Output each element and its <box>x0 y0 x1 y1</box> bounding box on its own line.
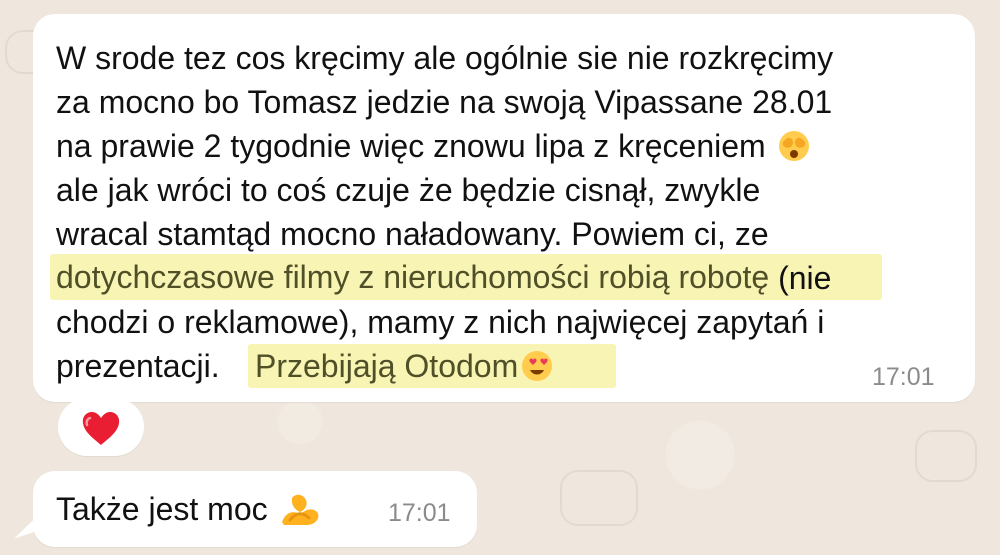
message-2-timestamp: 17:01 <box>388 499 451 527</box>
highlighted-phrase-2[interactable]: Przebijają Otodom <box>255 344 554 388</box>
message-2-text-label: Także jest moc <box>56 491 268 527</box>
heart-reaction[interactable] <box>58 398 144 456</box>
message-1-text[interactable]: W srode tez cos kręcimy ale ogólnie sie … <box>56 36 946 386</box>
background-doodle-3 <box>560 470 638 526</box>
heart-icon <box>82 412 120 445</box>
heart-eyes-icon <box>522 351 553 381</box>
message-1-text-after: ale jak wróci to coś czuje że będzie cis… <box>56 172 769 252</box>
see-no-evil-face-icon <box>778 131 809 161</box>
flexed-biceps-icon <box>281 494 319 525</box>
highlighted-phrase-1[interactable]: dotychczasowe filmy z nieruchomości robi… <box>56 255 769 299</box>
message-1-timestamp: 17:01 <box>872 363 935 391</box>
message-2-text[interactable]: Także jest moc <box>56 483 322 535</box>
message-1-text-before: W srode tez cos kręcimy ale ogólnie sie … <box>56 40 834 164</box>
highlighted-phrase-2-text: Przebijają Otodom <box>255 348 519 384</box>
background-doodle-2 <box>915 430 977 482</box>
